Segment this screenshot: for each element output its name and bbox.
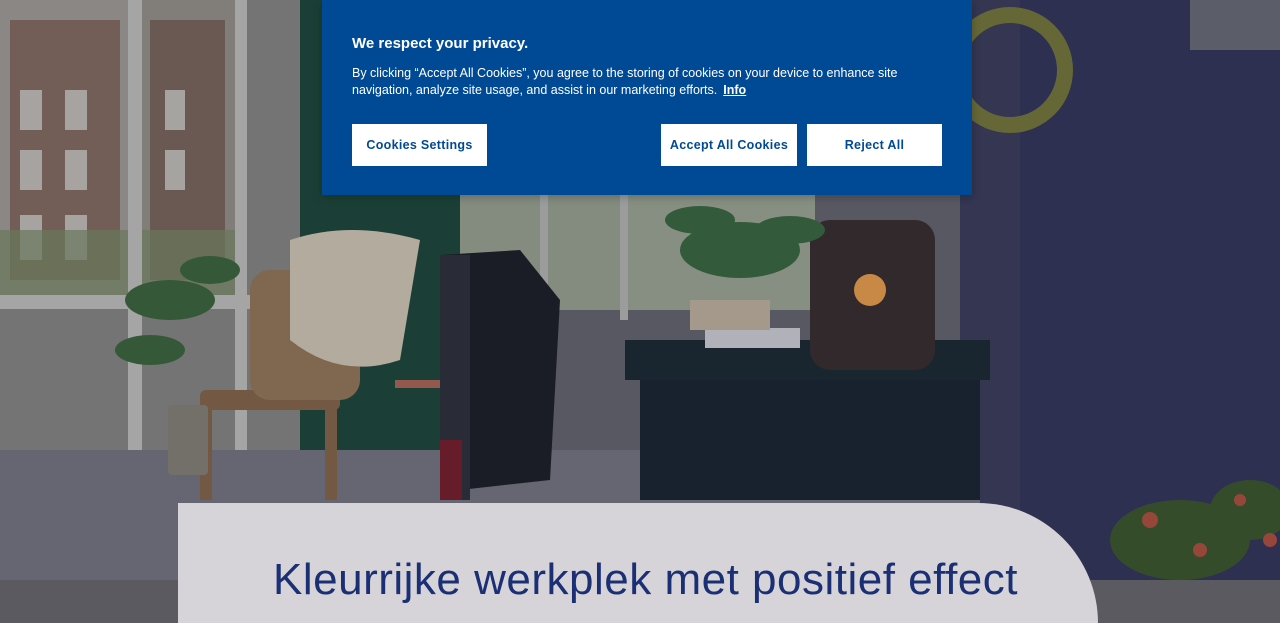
cookie-banner-title: We respect your privacy.: [352, 35, 529, 52]
reject-all-button[interactable]: Reject All: [807, 124, 942, 166]
cookie-banner-text: By clicking “Accept All Cookies”, you ag…: [352, 65, 947, 99]
cookies-settings-button[interactable]: Cookies Settings: [352, 124, 487, 166]
cookie-banner: We respect your privacy. By clicking “Ac…: [322, 0, 972, 195]
accept-all-cookies-button[interactable]: Accept All Cookies: [661, 124, 797, 166]
hero-title: Kleurrijke werkplek met positief effect: [273, 555, 1018, 604]
hero-card: Kleurrijke werkplek met positief effect: [178, 503, 1098, 623]
cookie-info-link[interactable]: Info: [723, 83, 746, 97]
cookie-banner-description: By clicking “Accept All Cookies”, you ag…: [352, 66, 898, 97]
